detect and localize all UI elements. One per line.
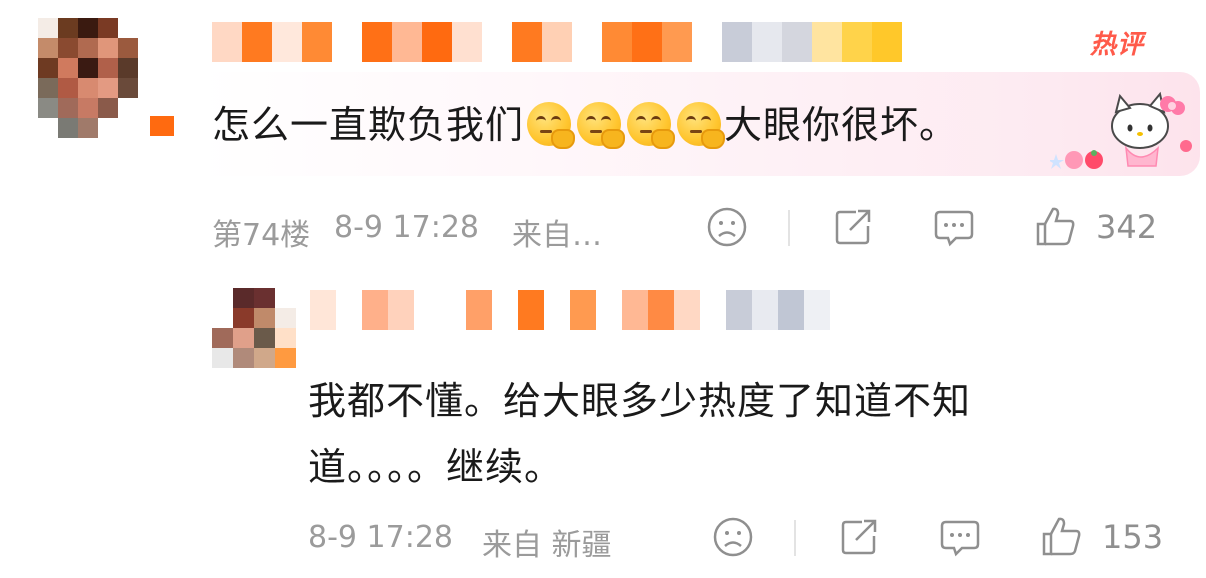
sad-face-icon[interactable] <box>712 516 754 558</box>
username-blurred[interactable] <box>212 22 902 62</box>
sad-face-icon[interactable] <box>706 206 748 248</box>
reply-like-count: 153 <box>1102 518 1164 556</box>
comment-source[interactable]: 来自… <box>512 210 602 254</box>
share-icon[interactable] <box>838 516 880 558</box>
thinking-face-emoji <box>527 102 576 149</box>
comment-text-after: 大眼你很坏。 <box>724 103 959 147</box>
thinking-face-emoji <box>627 102 676 149</box>
thinking-face-emoji <box>577 102 626 149</box>
reply-text-line2: 道。。。。继续。 <box>308 445 564 489</box>
hot-comment-badge: 热评 <box>1090 30 1145 60</box>
comment-icon[interactable] <box>938 516 982 558</box>
share-icon[interactable] <box>832 206 874 248</box>
reply-username-blurred[interactable] <box>310 290 830 330</box>
comment-text: 怎么一直欺负我们 大眼你很坏。 <box>212 94 958 149</box>
reply-source[interactable]: 来自 新疆 <box>482 520 612 564</box>
reply-avatar[interactable] <box>212 288 296 368</box>
strawberry-decoration <box>1048 148 1120 170</box>
reply-time: 8-9 17:28 <box>308 520 453 555</box>
like-count: 342 <box>1096 208 1158 246</box>
action-divider <box>788 210 790 246</box>
avatar-badge <box>150 116 174 136</box>
thinking-face-emoji <box>677 102 726 149</box>
comment-time: 8-9 17:28 <box>334 210 479 245</box>
reply-text-line1: 我都不懂。给大眼多少热度了知道不知 <box>308 379 972 423</box>
comment-icon[interactable] <box>932 206 976 248</box>
floor-number: 第74楼 <box>212 218 311 253</box>
like-icon[interactable] <box>1040 514 1084 558</box>
like-icon[interactable] <box>1034 204 1078 248</box>
action-divider <box>794 520 796 556</box>
comment-text-before: 怎么一直欺负我们 <box>212 103 525 147</box>
